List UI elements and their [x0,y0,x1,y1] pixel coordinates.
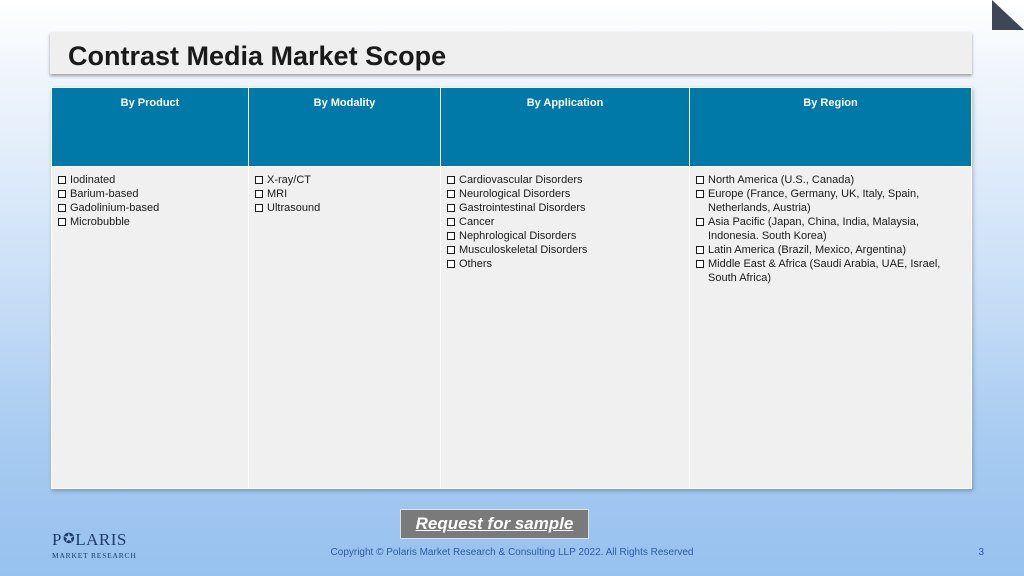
list-item: X-ray/CT [255,173,434,187]
list-item-text: Europe (France, Germany, UK, Italy, Spai… [708,188,920,214]
checkbox-bullet-icon [447,246,455,254]
application-cell: Cardiovascular Disorders Neurological Dis… [440,166,690,489]
checkbox-bullet-icon [255,204,263,212]
application-list: Cardiovascular Disorders Neurological Dis… [447,173,683,271]
checkbox-bullet-icon [447,232,455,240]
list-item-text: North America (U.S., Canada) [708,174,855,186]
corner-fold-icon [992,0,1024,30]
list-item: MRI [255,187,434,201]
list-item-text: Cancer [459,216,495,228]
list-item: North America (U.S., Canada) [696,173,965,187]
list-item: Microbubble [58,215,242,229]
checkbox-bullet-icon [447,190,455,198]
list-item: Asia Pacific (Japan, China, India, Malay… [696,215,965,243]
checkbox-bullet-icon [58,218,66,226]
content-row: Iodinated Barium-based Gadolinium-based Mic… [51,166,972,489]
list-item: Cardiovascular Disorders [447,173,683,187]
checkbox-bullet-icon [447,260,455,268]
checkbox-bullet-icon [696,176,704,184]
list-item-text: Nephrological Disorders [459,230,577,242]
checkbox-bullet-icon [696,260,704,268]
list-item-text: Others [459,258,493,270]
list-item: Barium-based [58,187,242,201]
checkbox-bullet-icon [447,204,455,212]
list-item-text: MRI [267,188,288,200]
list-item-text: X-ray/CT [267,174,311,186]
list-item: Middle East & Africa (Saudi Arabia, UAE,… [696,257,965,285]
star-icon: ✪ [62,532,76,547]
list-item: Gadolinium-based [58,201,242,215]
list-item: Ultrasound [255,201,434,215]
checkbox-bullet-icon [447,176,455,184]
list-item-text: Neurological Disorders [459,188,571,200]
list-item-text: Microbubble [70,216,130,228]
modality-cell: X-ray/CT MRI Ultrasound [248,166,441,489]
region-list: North America (U.S., Canada) Europe (Fran… [696,173,965,285]
list-item: Others [447,257,683,271]
product-cell: Iodinated Barium-based Gadolinium-based Mic… [51,166,249,489]
list-item: Cancer [447,215,683,229]
list-item-text: Iodinated [70,174,116,186]
region-cell: North America (U.S., Canada) Europe (Fran… [689,166,972,489]
checkbox-bullet-icon [255,176,263,184]
list-item-text: Gadolinium-based [70,202,160,214]
column-header-modality: By Modality [248,87,441,167]
list-item-text: Middle East & Africa (Saudi Arabia, UAE,… [708,258,941,284]
list-item: Europe (France, Germany, UK, Italy, Spai… [696,187,965,215]
list-item-text: Asia Pacific (Japan, China, India, Malay… [708,216,919,242]
page-number: 3 [978,547,984,558]
list-item: Latin America (Brazil, Mexico, Argentina… [696,243,965,257]
list-item: Iodinated [58,173,242,187]
list-item: Neurological Disorders [447,187,683,201]
list-item-text: Barium-based [70,188,139,200]
product-list: Iodinated Barium-based Gadolinium-based Mic… [58,173,242,229]
page-title: Contrast Media Market Scope [68,41,447,71]
checkbox-bullet-icon [58,190,66,198]
request-sample-button[interactable]: Request for sample [400,509,589,539]
modality-list: X-ray/CT MRI Ultrasound [255,173,434,215]
checkbox-bullet-icon [696,190,704,198]
list-item-text: Latin America (Brazil, Mexico, Argentina… [708,244,907,256]
list-item-text: Gastrointestinal Disorders [459,202,586,214]
checkbox-bullet-icon [696,246,704,254]
market-scope-table: By Product By Modality By Application By… [51,87,972,489]
checkbox-bullet-icon [255,190,263,198]
checkbox-bullet-icon [58,204,66,212]
list-item: Nephrological Disorders [447,229,683,243]
checkbox-bullet-icon [447,218,455,226]
column-header-application: By Application [440,87,690,167]
list-item: Musculoskeletal Disorders [447,243,683,257]
title-bar: Contrast Media Market Scope [50,32,972,74]
header-row: By Product By Modality By Application By… [51,87,972,167]
copyright-text: Copyright © Polaris Market Research & Co… [330,547,694,558]
checkbox-bullet-icon [58,176,66,184]
list-item-text: Ultrasound [267,202,321,214]
list-item-text: Musculoskeletal Disorders [459,244,588,256]
list-item-text: Cardiovascular Disorders [459,174,583,186]
column-header-region: By Region [689,87,972,167]
checkbox-bullet-icon [696,218,704,226]
column-header-product: By Product [51,87,249,167]
list-item: Gastrointestinal Disorders [447,201,683,215]
